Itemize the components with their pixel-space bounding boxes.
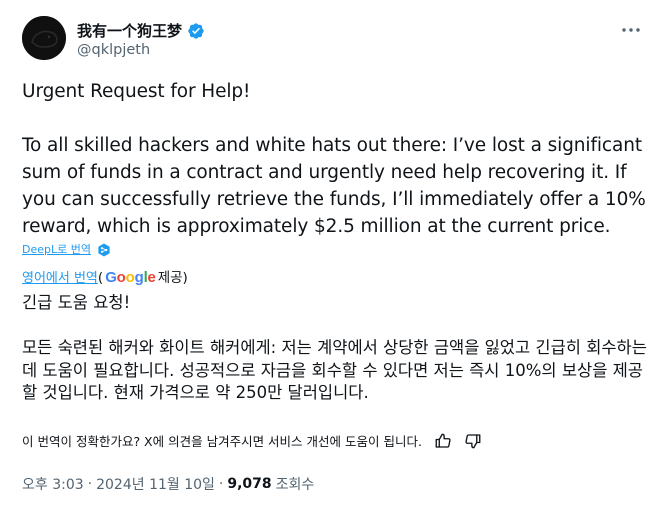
- deepl-translate-row: DeepL로 번역: [22, 241, 111, 257]
- tweet-meta: 오후 3:03 · 2024년 11월 10일 · 9,078 조회수: [22, 474, 314, 494]
- translation-feedback-prompt: 이 번역이 정확한가요? X에 의견을 남겨주시면 서비스 개선에 도움이 됩니…: [22, 434, 422, 449]
- author-name-row: 我有一个狗王梦: [77, 20, 205, 41]
- deepl-icon[interactable]: [97, 242, 111, 257]
- views-count[interactable]: 9,078: [227, 476, 271, 492]
- thumbs-down-icon[interactable]: [464, 432, 482, 450]
- tweet-date[interactable]: 2024년 11월 10일: [96, 474, 215, 494]
- tweet-text: Urgent Request for Help! To all skilled …: [22, 81, 646, 237]
- provided-by-label: 제공): [157, 270, 188, 286]
- translation-feedback-row: 이 번역이 정확한가요? X에 의견을 남겨주시면 서비스 개선에 도움이 됩니…: [22, 431, 482, 450]
- verified-badge-icon[interactable]: [187, 22, 205, 40]
- meta-separator: ·: [218, 476, 224, 492]
- more-options-icon[interactable]: [620, 20, 642, 40]
- google-logo: Google: [105, 269, 156, 286]
- tweet-time[interactable]: 오후 3:03: [22, 474, 84, 494]
- display-name[interactable]: 我有一个狗王梦: [77, 20, 182, 41]
- translated-from-english-link[interactable]: 영어에서 번역: [22, 267, 98, 286]
- open-paren: (: [97, 270, 104, 286]
- avatar-image: [22, 16, 66, 60]
- avatar[interactable]: [22, 16, 66, 60]
- views-label: 조회수: [275, 477, 315, 493]
- deepl-translate-link[interactable]: DeepL로 번역: [22, 241, 91, 257]
- author-handle[interactable]: @qklpjeth: [77, 42, 150, 58]
- tweet-header: 我有一个狗王梦 @qklpjeth: [22, 14, 652, 62]
- translated-text: 긴급 도움 요청! 모든 숙련된 해커와 화이트 해커에게: 저는 계약에서 상…: [22, 293, 647, 402]
- meta-separator: ·: [87, 476, 93, 492]
- thumbs-up-icon[interactable]: [434, 432, 452, 450]
- google-translate-attribution: 영어에서 번역 ( Google 제공): [22, 266, 188, 286]
